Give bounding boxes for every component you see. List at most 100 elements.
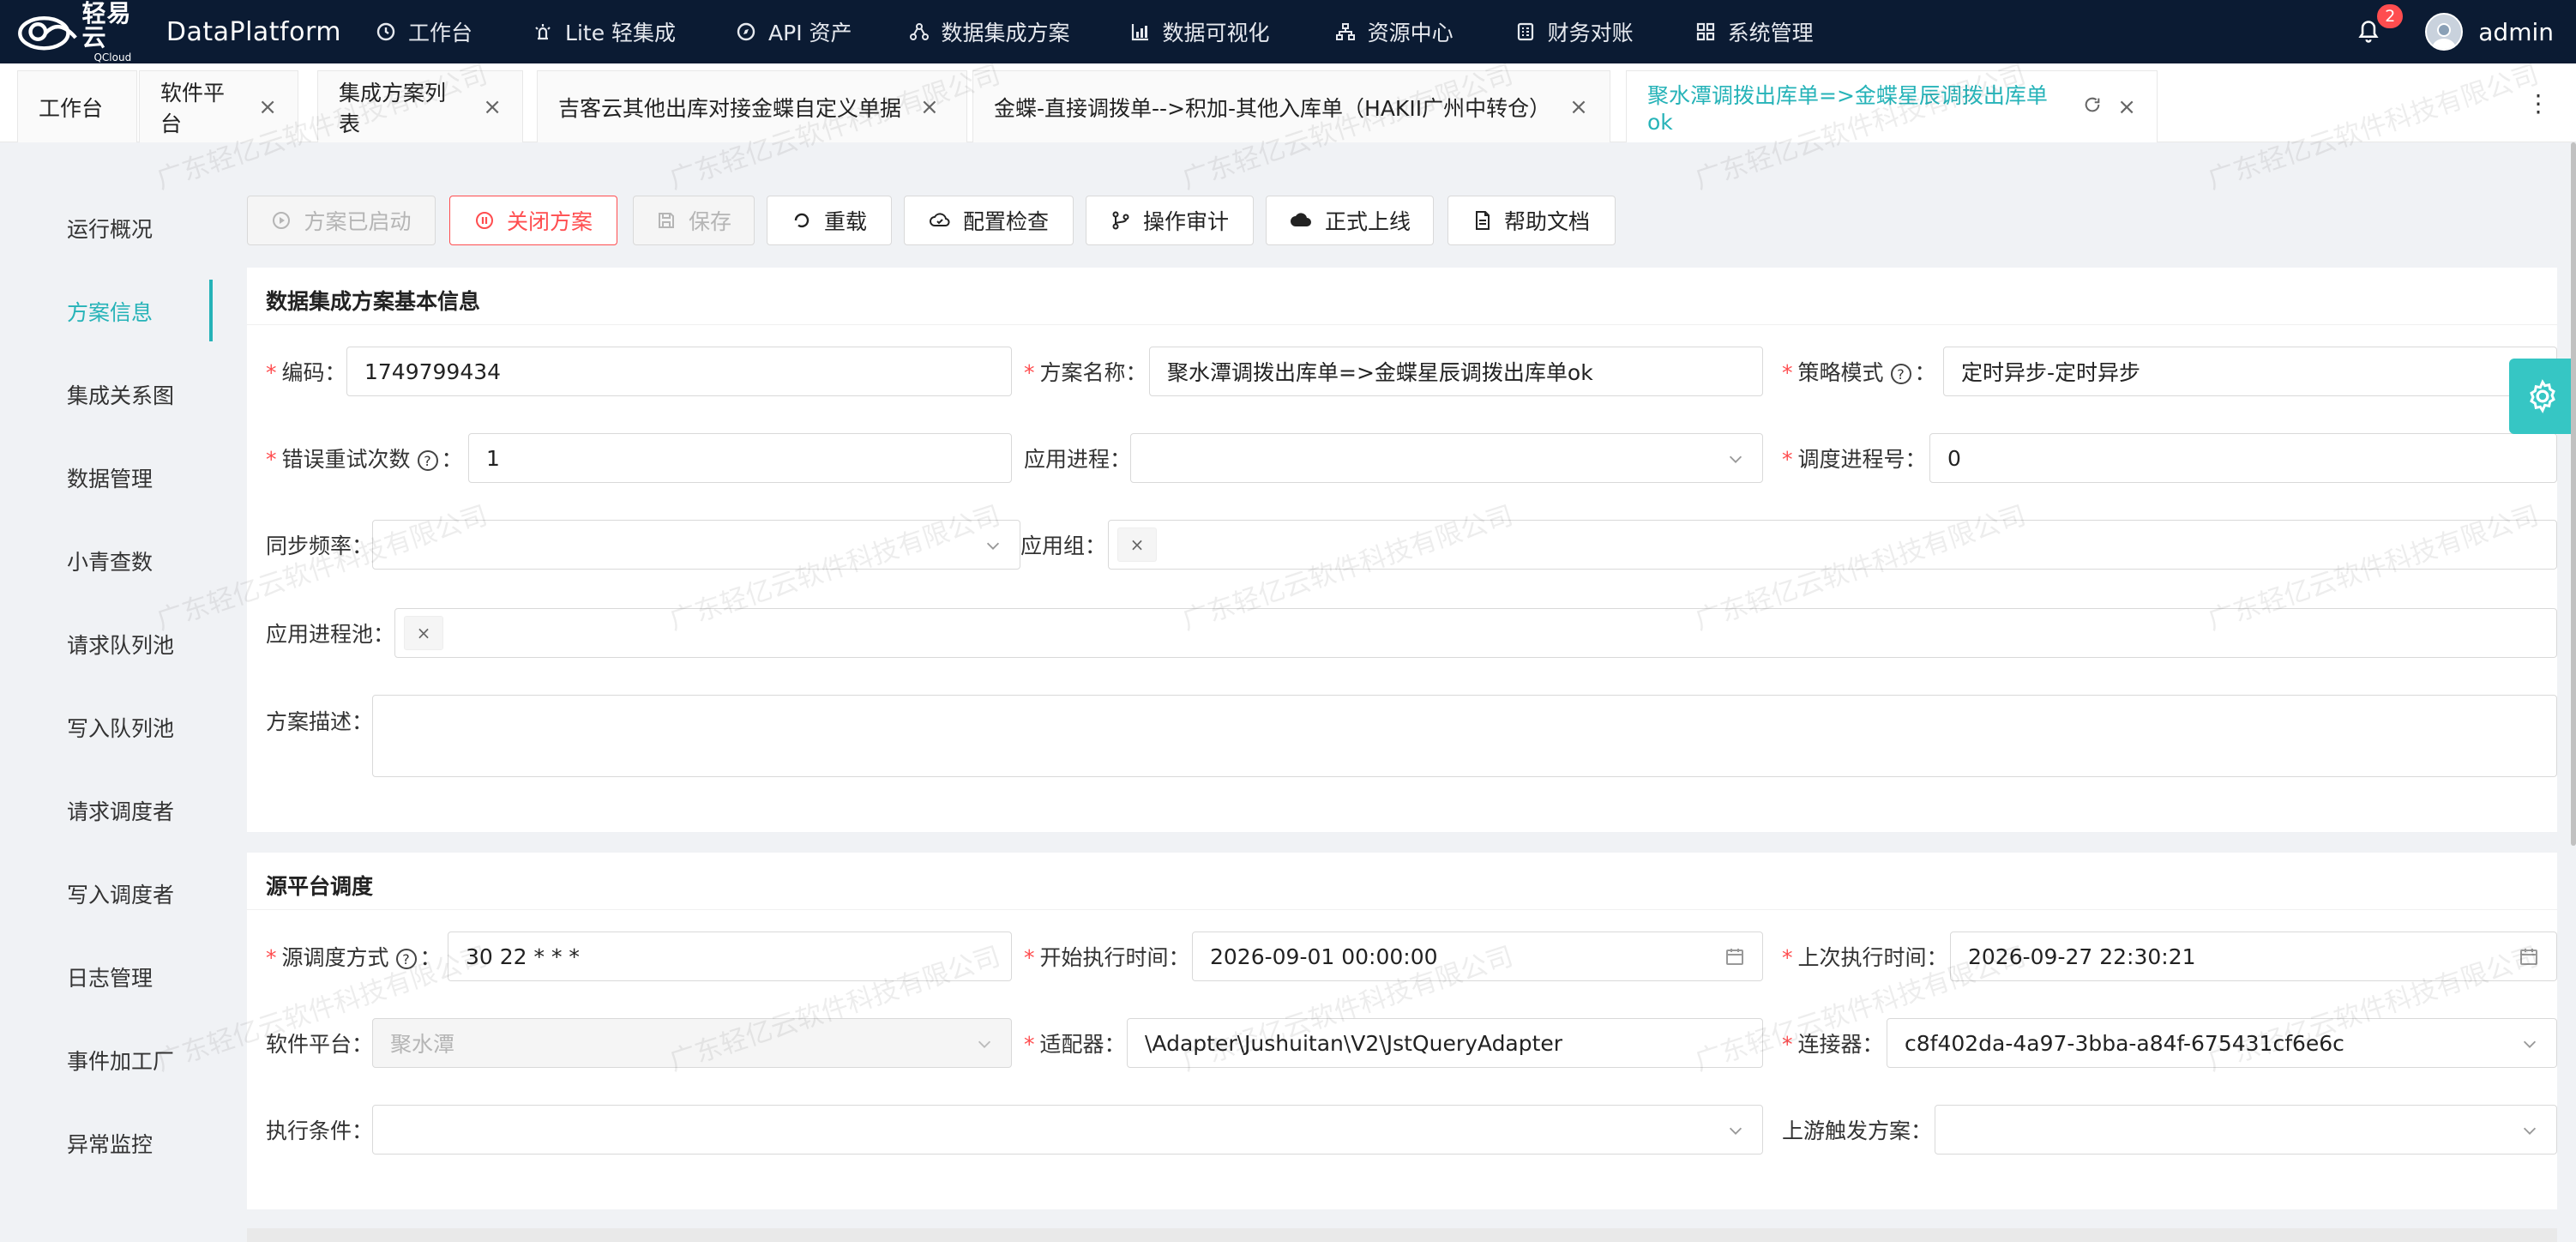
sidebar-item-relation-graph[interactable]: 集成关系图 [67,379,174,410]
condition-select[interactable] [372,1105,1763,1155]
retry-count-input[interactable]: 1 [468,433,1012,483]
tab-software-platform[interactable]: 软件平台 × [139,70,298,142]
tree-icon [1335,23,1355,40]
question-icon[interactable]: ? [395,949,417,969]
scrollbar[interactable] [2571,142,2576,846]
sidebar-item-request-queue[interactable]: 请求队列池 [67,629,174,660]
panel-divider [247,909,2557,910]
reload-button[interactable]: 重载 [767,196,892,245]
nav-item-workbench[interactable]: 工作台 [376,0,472,63]
close-scheme-button[interactable]: 关闭方案 [449,196,617,245]
question-icon[interactable]: ? [417,450,438,471]
tab-jike-outbound[interactable]: 吉客云其他出库对接金蝶自定义单据 × [537,70,967,142]
tab-workbench[interactable]: 工作台 [17,70,137,142]
close-icon[interactable]: × [258,94,277,120]
sidebar-item-logs[interactable]: 日志管理 [67,962,153,992]
user-name[interactable]: admin [2478,18,2554,46]
brand-logo[interactable]: 轻易云 QCloud DataPlatform [15,1,341,63]
sidebar-item-query[interactable]: 小青查数 [67,546,153,576]
nav-label: 数据集成方案 [941,21,1070,45]
more-icon[interactable]: ⋮ [2526,89,2550,118]
source-mode-label: * 源调度方式?： [266,945,442,970]
schedule-no-label: * 调度进程号： [1782,447,1927,472]
brand-name: 轻易云 QCloud [81,1,147,63]
grid-icon [1696,22,1714,41]
platform-select[interactable]: 聚水潭 [372,1018,1012,1068]
sidebar-item-exception-monitor[interactable]: 异常监控 [67,1128,153,1159]
schedule-no-input[interactable]: 0 [1929,433,2557,483]
platform-value: 聚水潭 [390,1032,455,1057]
save-button[interactable]: 保存 [633,196,755,245]
help-docs-button[interactable]: 帮助文档 [1447,196,1616,245]
upstream-select[interactable] [1935,1105,2557,1155]
connector-select[interactable]: c8f402da-4a97-3bba-a84f-675431cf6e6c [1887,1018,2557,1068]
calendar-icon [2520,949,2537,965]
nav-label: Lite 轻集成 [565,21,677,45]
sidebar-item-data-management[interactable]: 数据管理 [67,462,153,493]
retry-label-text: 错误重试次数 [281,447,411,472]
nav-item-finance[interactable]: 财务对账 [1515,0,1634,63]
scheme-name-input[interactable]: 聚水潭调拨出库单=>金蝶星辰调拨出库单ok [1149,347,1763,396]
sidebar-item-overview[interactable]: 运行概况 [67,213,153,244]
nav-item-resources[interactable]: 资源中心 [1335,0,1454,63]
start-time-picker[interactable]: 2026-09-01 00:00:00 [1192,932,1763,981]
nav-item-integration[interactable]: 数据集成方案 [909,0,1070,63]
desc-label: 方案描述： [266,709,374,734]
adapter-input[interactable]: \Adapter\Jushuitan\V2\JstQueryAdapter [1127,1018,1763,1068]
strategy-select[interactable]: 定时异步-定时异步 [1943,347,2557,396]
nav-label: 系统管理 [1727,21,1814,45]
tab-jushuitan-transfer[interactable]: 聚水潭调拨出库单=>金蝶星辰调拨出库单ok × [1626,70,2158,142]
code-input[interactable]: 1749799434 [346,347,1012,396]
reload-icon [794,213,810,228]
notification-button[interactable]: 2 [2351,3,2405,49]
close-icon[interactable]: × [920,94,939,120]
schedule-no-label-text: 调度进程号 [1797,447,1905,472]
sidebar-item-write-scheduler[interactable]: 写入调度者 [67,878,174,909]
chevron-down-icon [2523,1040,2537,1048]
settings-float-button[interactable] [2509,359,2576,434]
logo-icon [18,16,77,51]
sidebar-item-event-factory[interactable]: 事件加工厂 [67,1045,174,1076]
connector-value: c8f402da-4a97-3bba-a84f-675431cf6e6c [1905,1030,2344,1056]
name-label-text: 方案名称 [1039,360,1126,385]
tag-remove-icon[interactable]: × [1117,528,1157,562]
publish-button[interactable]: 正式上线 [1266,196,1434,245]
question-icon[interactable]: ? [1890,364,1911,384]
config-check-button[interactable]: 配置检查 [904,196,1074,245]
refresh-icon[interactable] [2083,94,2102,119]
app-pool-select[interactable]: × [394,608,2557,658]
close-icon[interactable]: × [2117,94,2136,120]
source-mode-input[interactable]: 30 22 * * * [448,932,1012,981]
upstream-label-text: 上游触发方案 [1782,1118,1911,1143]
button-label: 关闭方案 [506,209,593,234]
last-time-picker[interactable]: 2026-09-27 22:30:21 [1950,932,2557,981]
app-process-select[interactable] [1130,433,1763,483]
retry-label: * 错误重试次数?： [266,447,463,472]
sidebar-item-request-scheduler[interactable]: 请求调度者 [67,795,174,826]
tab-scheme-list[interactable]: 集成方案列表 × [317,70,523,142]
audit-button[interactable]: 操作审计 [1086,196,1254,245]
button-label: 正式上线 [1324,209,1411,234]
sidebar: 运行概况 方案信息 集成关系图 数据管理 小青查数 请求队列池 写入队列池 请求… [0,142,232,1242]
scheme-started-button[interactable]: 方案已启动 [247,196,436,245]
nav-item-api[interactable]: API 资产 [736,0,852,63]
tab-kingdee-transfer[interactable]: 金蝶-直接调拨单-->积加-其他入库单（HAKII广州中转仓） × [972,70,1610,142]
start-time-label-text: 开始执行时间 [1039,945,1169,970]
sidebar-item-scheme-info[interactable]: 方案信息 [67,296,153,327]
nav-item-system[interactable]: 系统管理 [1695,0,1814,63]
chevron-down-icon [978,1040,991,1048]
description-textarea[interactable] [372,695,2557,777]
nav-item-visual[interactable]: 数据可视化 [1130,0,1270,63]
code-label-text: 编码 [281,360,325,385]
scheme-name-value: 聚水潭调拨出库单=>金蝶星辰调拨出库单ok [1167,360,1593,385]
button-label: 重载 [823,209,867,234]
close-icon[interactable]: × [1569,94,1588,120]
avatar[interactable] [2425,13,2464,51]
tag-remove-icon[interactable]: × [404,616,443,650]
sidebar-item-write-queue[interactable]: 写入队列池 [67,712,174,743]
app-group-select[interactable]: × [1108,520,2557,570]
nav-item-lite[interactable]: Lite 轻集成 [533,0,676,63]
sync-freq-select[interactable] [372,520,1020,570]
close-icon[interactable]: × [483,94,502,120]
desc-label-text: 方案描述 [266,709,352,734]
